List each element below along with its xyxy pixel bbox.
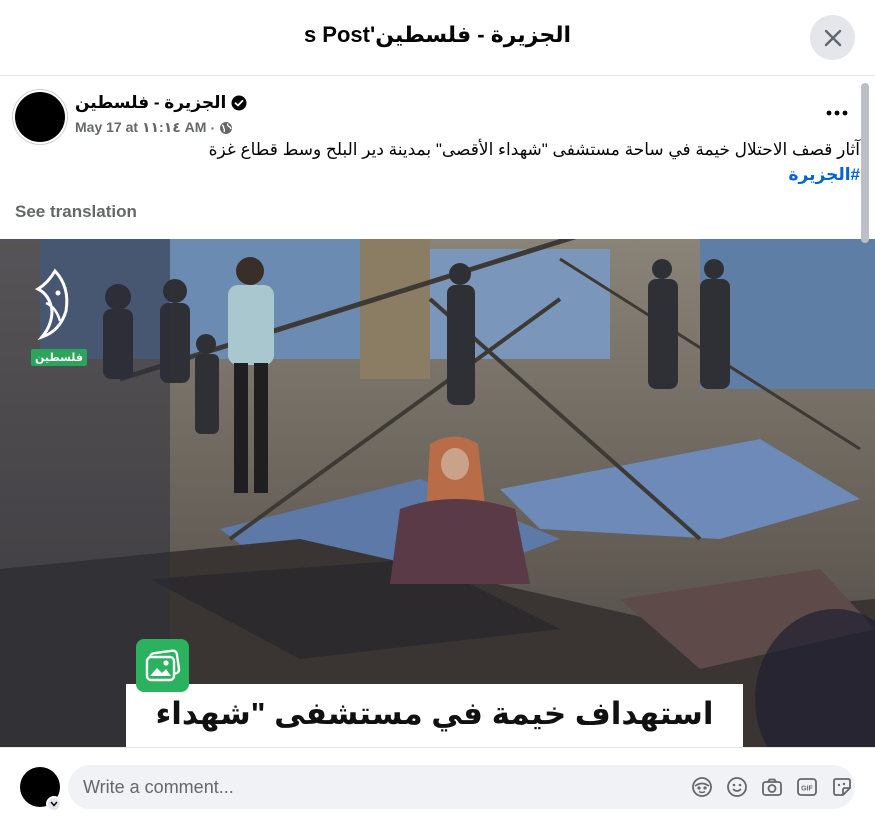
image-icon [145, 648, 180, 681]
post-meta: May 17 at ١١:١٤ AM · [75, 119, 233, 136]
meta-separator: · [210, 119, 216, 136]
close-button[interactable] [810, 15, 855, 60]
page-avatar[interactable] [15, 92, 65, 142]
post-text: آثار قصف الاحتلال خيمة في ساحة مستشفى "ش… [208, 140, 860, 159]
globe-icon [220, 121, 233, 134]
avatar-sticker-button[interactable] [691, 776, 713, 798]
emoji-button[interactable] [726, 776, 748, 798]
more-options-button[interactable] [825, 101, 849, 125]
page-name[interactable]: الجزيرة - فلسطين [75, 93, 226, 113]
post-content: الجزيرة - فلسطين May 17 at ١١:١٤ AM · آث… [0, 77, 875, 747]
post-date[interactable]: May 17 at ١١:١٤ AM [75, 119, 206, 136]
sticker-icon [833, 778, 851, 796]
photo-badge [136, 639, 189, 692]
emoji-icon [727, 777, 747, 797]
aljazeera-logo [30, 267, 80, 345]
chevron-down-icon [50, 801, 58, 807]
verified-badge-icon [231, 95, 247, 111]
aljazeera-logo-icon [34, 268, 69, 341]
sticker-button[interactable] [831, 776, 853, 798]
close-icon [824, 29, 841, 46]
gif-button[interactable]: GIF [796, 776, 818, 798]
camera-icon [762, 778, 782, 796]
more-icon [826, 110, 848, 116]
dialog-title: الجزيرة - فلسطين's Post [303, 22, 572, 47]
dialog-header: الجزيرة - فلسطين's Post [0, 0, 875, 76]
photo-scene [0, 239, 875, 747]
page-name-row: الجزيرة - فلسطين [75, 93, 247, 113]
comment-bar: GIF [0, 747, 875, 832]
post-photo[interactable]: فلسطين استهداف خيمة في مستشفى "شهداء الأ… [0, 239, 875, 747]
gif-icon: GIF [797, 778, 817, 796]
see-translation-link[interactable]: See translation [15, 202, 137, 222]
comment-tools: GIF [691, 776, 853, 798]
svg-text:GIF: GIF [801, 786, 813, 793]
avatar-sticker-icon [692, 777, 712, 797]
logo-tag: فلسطين [31, 349, 87, 366]
avatar-badge[interactable] [46, 796, 62, 812]
hashtag-link[interactable]: #الجزيرة [789, 162, 861, 187]
scrollbar[interactable] [861, 83, 869, 243]
camera-button[interactable] [761, 776, 783, 798]
photo-caption: استهداف خيمة في مستشفى "شهداء الأقصى" [126, 684, 743, 747]
